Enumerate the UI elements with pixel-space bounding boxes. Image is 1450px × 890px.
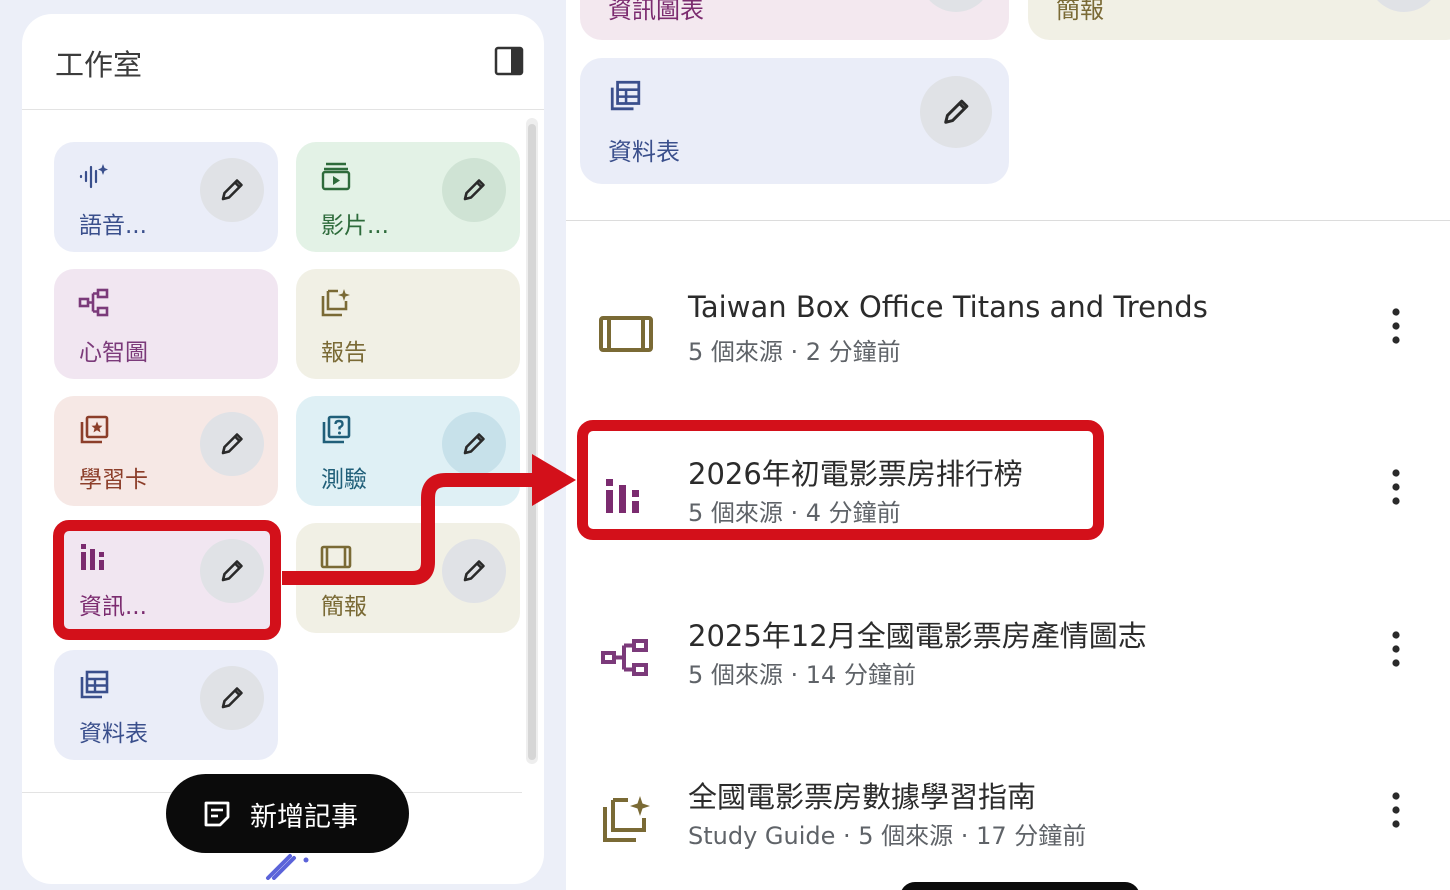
top-card-infographic[interactable]: 資訊圖表 [580,0,1009,40]
studio-card-mind-map[interactable]: 心智圖 [54,269,278,379]
more-options-icon[interactable] [1378,304,1414,348]
studio-header: 工作室 [22,14,544,110]
data-table-icon [610,80,641,111]
top-card-label: 簡報 [1056,0,1104,24]
report-icon [603,796,650,842]
pencil-icon [221,687,243,709]
note-icon [204,801,230,827]
flashcard-icon [80,415,109,444]
pencil-icon [221,179,243,201]
edit-button[interactable] [920,76,992,148]
mind-map-icon [78,288,109,317]
top-card-label: 資訊圖表 [608,0,704,24]
note-title: Taiwan Box Office Titans and Trends [688,290,1208,324]
bottom-action-pill[interactable] [900,882,1140,890]
note-meta: Study Guide · 5 個來源 · 17 分鐘前 [688,822,1087,850]
note-item[interactable]: 2025年12月全國電影票房產情圖志 5 個來源 · 14 分鐘前 [566,605,1450,715]
edit-button[interactable] [1368,0,1440,12]
studio-title: 工作室 [55,48,143,82]
studio-card-report[interactable]: 報告 [296,269,520,379]
studio-card-data-table[interactable]: 資料表 [54,650,278,760]
more-options-icon[interactable] [1378,627,1414,671]
slides-icon [599,316,653,352]
add-note-label: 新增記事 [250,802,358,833]
highlight-box-note [577,420,1104,540]
note-title: 全國電影票房數據學習指南 [688,780,1037,814]
top-card-data-table[interactable]: 資料表 [580,58,1009,184]
magic-wand-icon [266,854,309,880]
panel-toggle-icon[interactable] [494,46,524,76]
data-table-icon [80,670,109,699]
studio-card-label: 報告 [321,340,367,366]
studio-card-audio[interactable]: 語音... [54,142,278,252]
studio-card-label: 影片... [321,213,389,239]
studio-card-video[interactable]: 影片... [296,142,520,252]
audio-sparkle-icon [79,164,108,189]
note-item[interactable]: 全國電影票房數據學習指南 Study Guide · 5 個來源 · 17 分鐘… [566,766,1450,876]
pencil-icon [944,99,969,124]
note-title: 2025年12月全國電影票房產情圖志 [688,619,1147,653]
pencil-icon [463,179,485,201]
more-options-icon[interactable] [1378,465,1414,509]
pencil-icon [221,433,243,455]
video-icon [321,162,351,191]
more-options-icon[interactable] [1378,788,1414,832]
edit-button[interactable] [442,158,506,222]
notes-divider [566,220,1450,221]
studio-card-label: 心智圖 [79,340,148,366]
note-meta: 5 個來源 · 2 分鐘前 [688,338,901,366]
edit-button[interactable] [200,666,264,730]
edit-button[interactable] [920,0,992,12]
top-card-slides[interactable]: 簡報 [1028,0,1450,40]
studio-card-label: 資料表 [79,721,148,747]
studio-card-label: 學習卡 [79,467,148,493]
highlight-box-studio-infographic [53,520,281,640]
studio-card-label: 語音... [79,213,147,239]
add-note-button[interactable]: 新增記事 [166,774,409,853]
edit-button[interactable] [200,412,264,476]
studio-card-flashcard[interactable]: 學習卡 [54,396,278,506]
top-card-label: 資料表 [608,138,680,166]
arrow-icon [282,454,576,585]
note-item[interactable]: Taiwan Box Office Titans and Trends 5 個來… [566,282,1450,392]
note-meta: 5 個來源 · 14 分鐘前 [688,661,916,689]
report-icon [321,289,350,317]
edit-button[interactable] [200,158,264,222]
mind-map-icon [601,639,648,676]
